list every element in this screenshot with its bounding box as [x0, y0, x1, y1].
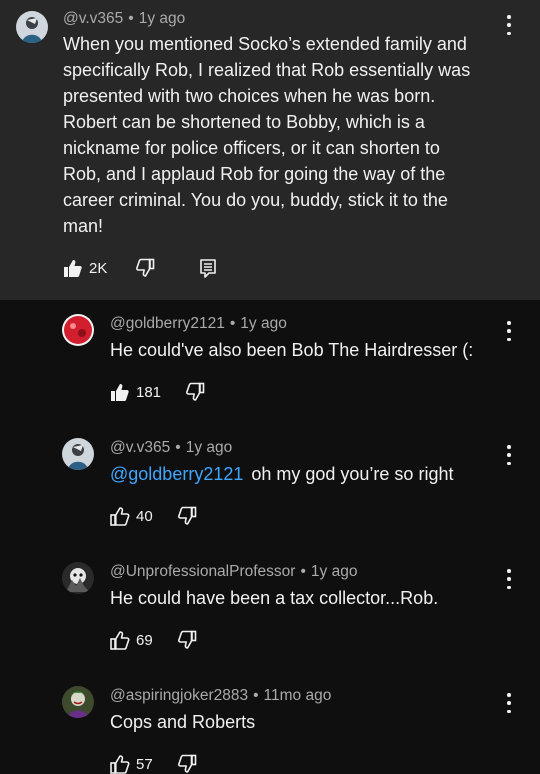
comment-time[interactable]: 11mo ago: [264, 687, 332, 704]
comment-meta: @goldberry2121 • 1y ago: [110, 315, 287, 333]
comment-line: specifically Rob, I realized that Rob es…: [63, 60, 471, 80]
thumbs-up-icon: [110, 631, 130, 650]
like-count: 57: [136, 755, 153, 773]
comment-text: Cops and Roberts: [110, 712, 256, 732]
thumbs-down-icon: [136, 258, 155, 277]
thumbs-down-icon: [177, 506, 196, 525]
more-vertical-icon[interactable]: [502, 321, 516, 341]
separator-dot: •: [175, 439, 181, 456]
like-button[interactable]: 40: [110, 506, 153, 526]
like-count: 181: [136, 383, 162, 401]
like-count: 69: [136, 631, 153, 649]
comment-text: oh my god you’re so right: [251, 464, 454, 484]
comment-body: When you mentioned Socko’s extended fami…: [63, 31, 513, 239]
reply-button[interactable]: [199, 258, 217, 278]
comment-body: He could've also been Bob The Hairdresse…: [110, 337, 520, 363]
comment-body: He could have been a tax collector...Rob…: [110, 585, 520, 611]
more-vertical-icon[interactable]: [502, 693, 516, 713]
dislike-button[interactable]: [177, 630, 197, 650]
comment-text: He could've also been Bob The Hairdresse…: [110, 340, 474, 360]
thumbs-up-icon: [111, 384, 129, 401]
dislike-button[interactable]: [185, 382, 205, 402]
comment-line: man!: [63, 216, 104, 236]
like-count: 40: [136, 507, 153, 525]
like-button[interactable]: 181: [110, 382, 161, 402]
comment-meta: @v.v365 • 1y ago: [110, 439, 232, 457]
reply-comment: @v.v365 • 1y ago @goldberry2121 oh my god y…: [0, 424, 540, 548]
comment-line: presented with two choices when he was b…: [63, 86, 436, 106]
like-button[interactable]: 2K: [63, 258, 107, 278]
comment-text: He could have been a tax collector...Rob…: [110, 588, 439, 608]
avatar[interactable]: [62, 686, 94, 718]
comment-actions: 181: [110, 382, 205, 402]
comment-time[interactable]: 1y ago: [311, 563, 358, 580]
comment-meta: @v.v365 • 1y ago: [63, 10, 185, 28]
comment-time[interactable]: 1y ago: [139, 10, 186, 27]
thumbs-down-icon: [186, 382, 205, 401]
separator-dot: •: [229, 315, 236, 332]
thumbs-up-icon: [110, 507, 130, 526]
reply-comment: @aspiringjoker2883 • 11mo ago Cops and Rob…: [0, 672, 540, 774]
comment-time[interactable]: 1y ago: [240, 315, 287, 332]
comment-body: Cops and Roberts: [110, 709, 520, 735]
like-button[interactable]: 69: [110, 630, 153, 650]
thumbs-down-icon: [177, 630, 196, 649]
like-button[interactable]: 57: [110, 754, 153, 774]
comment-author[interactable]: @v.v365: [110, 439, 170, 456]
comment-line: Robert can be shortened to Bobby, which …: [63, 112, 425, 132]
avatar[interactable]: [62, 314, 94, 346]
comment-line: When you mentioned Socko’s extended fami…: [63, 34, 467, 54]
comment-author[interactable]: @aspiringjoker2883: [110, 687, 248, 704]
separator-dot: •: [128, 10, 134, 27]
comment-meta: @aspiringjoker2883 • 11mo ago: [110, 687, 331, 705]
avatar[interactable]: [62, 438, 94, 470]
comment-time[interactable]: 1y ago: [186, 439, 233, 456]
comment-line: nickname for police officers, or it can …: [63, 138, 440, 158]
dislike-button[interactable]: [177, 506, 197, 526]
reply-comment-icon: [200, 259, 217, 278]
more-vertical-icon[interactable]: [502, 15, 516, 35]
comment-line: Rob, and I applaud Rob for going the way…: [63, 164, 446, 184]
reply-comment: @goldberry2121 • 1y ago He could've also b…: [0, 300, 540, 424]
like-count: 2K: [89, 259, 108, 277]
comment-author[interactable]: @v.v365: [63, 10, 123, 27]
comment-actions: 57: [110, 754, 197, 774]
thumbs-up-icon: [64, 260, 82, 277]
dislike-button[interactable]: [135, 258, 155, 278]
separator-dot: •: [253, 687, 259, 704]
comment-actions: 40: [110, 506, 197, 526]
more-vertical-icon[interactable]: [502, 445, 516, 465]
comment-line: career criminal. You do you, buddy, stic…: [63, 190, 448, 210]
thumbs-up-icon: [110, 755, 130, 774]
separator-dot: •: [300, 563, 306, 580]
avatar[interactable]: [16, 11, 48, 43]
dislike-button[interactable]: [177, 754, 197, 774]
comment-body: @goldberry2121 oh my god you’re so right: [110, 461, 520, 487]
reply-comment: @UnprofessionalProfessor • 1y ago He could…: [0, 548, 540, 672]
mention-link[interactable]: @goldberry2121: [110, 464, 243, 484]
comment-actions: 2K: [63, 258, 217, 278]
thumbs-down-icon: [177, 754, 196, 773]
comment-author[interactable]: @goldberry2121: [110, 315, 225, 332]
comment-meta: @UnprofessionalProfessor • 1y ago: [110, 563, 357, 581]
comment-author[interactable]: @UnprofessionalProfessor: [110, 563, 295, 580]
comment-actions: 69: [110, 630, 197, 650]
highlighted-comment: @v.v365 • 1y ago When you mentioned Socko’…: [0, 0, 540, 300]
more-vertical-icon[interactable]: [502, 569, 516, 589]
avatar[interactable]: [62, 562, 94, 594]
